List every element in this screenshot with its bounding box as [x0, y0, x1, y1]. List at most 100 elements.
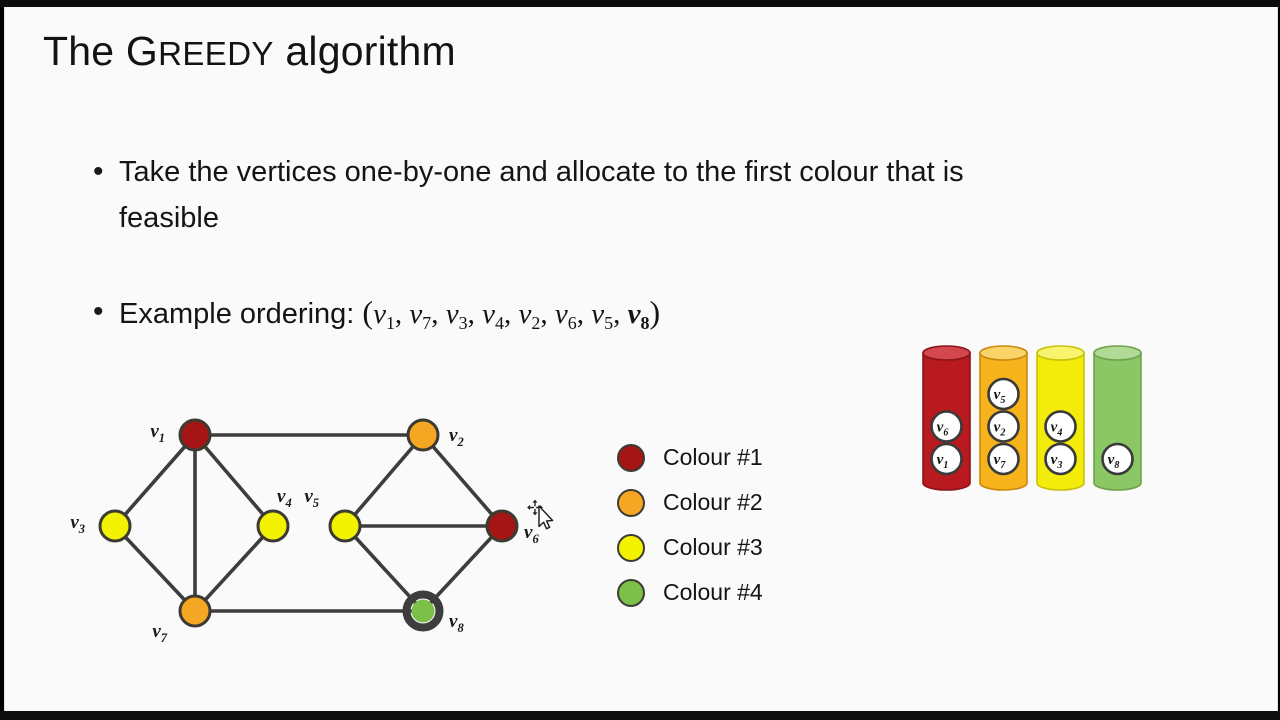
legend-colour-swatch-icon — [617, 578, 645, 607]
slide-frame: The GREEDY algorithm • Take the vertices… — [0, 0, 1280, 720]
ordering-vertex-3: v3 — [445, 298, 468, 333]
bullet-marker: • — [93, 295, 104, 328]
ordering-vertex-4: v4 — [482, 298, 504, 333]
title-suffix: algorithm — [273, 28, 456, 74]
tube-ball-label-subscript: 6 — [943, 428, 948, 439]
graph-edge-v3-v7 — [113, 524, 197, 613]
graph-edge-v4-v7 — [193, 524, 275, 613]
letterbox-top-bar — [0, 0, 1280, 7]
graph-node-label-v2: v2 — [449, 425, 464, 449]
graph-node-label-subscript: 3 — [78, 522, 85, 536]
ordering-separator: , — [613, 298, 628, 330]
graph-node-v7[interactable] — [178, 594, 212, 628]
ordering-vertex-subscript: 1 — [385, 312, 395, 333]
graph-node-label-v3: v3 — [70, 512, 85, 536]
legend-row-2: Colour #2 — [617, 480, 847, 525]
graph-node-label-subscript: 1 — [159, 431, 165, 445]
ordering-close-paren: ) — [649, 294, 661, 330]
legend-row-1: Colour #1 — [617, 435, 847, 480]
slide-canvas: The GREEDY algorithm • Take the vertices… — [4, 7, 1278, 711]
ordering-vertex-subscript: 6 — [567, 312, 577, 333]
graph-edge-v2-v5 — [343, 433, 425, 528]
legend-colour-swatch-icon — [617, 443, 645, 472]
graph-node-label-subscript: 4 — [284, 496, 291, 510]
ordering-vertex-subscript: 3 — [458, 312, 468, 333]
title-prefix: The — [43, 28, 126, 74]
tube-cap — [979, 345, 1028, 361]
graph-node-label-subscript: 2 — [456, 435, 463, 449]
tube-ball-label-subscript: 3 — [1056, 460, 1062, 471]
graph-node-label-v4: v4 — [277, 486, 292, 510]
ordering-vertex-5: v5 — [591, 298, 614, 333]
tube-ball-label-subscript: 2 — [999, 428, 1005, 439]
legend-label: Colour #3 — [663, 534, 763, 560]
graph-node-label-v5: v5 — [304, 486, 319, 510]
ordering-separator: , — [467, 298, 483, 330]
graph-node-label-subscript: 7 — [161, 631, 168, 645]
graph-node-label-subscript: 8 — [457, 621, 464, 635]
tube-ball-label-subscript: 4 — [1056, 428, 1062, 439]
graph-node-v2[interactable] — [406, 418, 440, 452]
colour-tube-2[interactable]: v7v2v5 — [979, 345, 1028, 491]
graph-node-v5[interactable] — [328, 509, 362, 543]
ordering-vertex-6: v6 — [554, 298, 577, 333]
legend-label: Colour #2 — [663, 489, 763, 515]
ordering-separator: , — [540, 298, 555, 330]
graph-edge-v1-v4 — [193, 433, 275, 528]
ordering-vertex-subscript: 4 — [495, 312, 504, 333]
ordering-separator: , — [431, 298, 446, 330]
ordering-separator: , — [576, 298, 592, 330]
legend-label: Colour #4 — [663, 579, 763, 605]
ordering-separator: , — [394, 298, 410, 330]
title-smallcap-rest: REEDY — [158, 35, 274, 72]
bullet-text-1: Take the vertices one-by-one and allocat… — [119, 156, 964, 234]
legend-row-4: Colour #4 — [617, 570, 847, 615]
graph-node-v8[interactable] — [411, 599, 435, 623]
graph-edge-v1-v3 — [113, 433, 197, 528]
tube-cap — [922, 345, 971, 361]
tube-cap — [1093, 345, 1142, 361]
legend-colour-swatch-icon — [617, 488, 645, 517]
title-smallcap-initial: G — [125, 28, 159, 74]
bullet-item-2: • Example ordering: (v1, v7, v3, v4, v2,… — [93, 289, 1103, 346]
bullet-marker: • — [93, 155, 104, 188]
ordering-vertex-8: v8 — [627, 298, 650, 333]
bullet-item-1: • Take the vertices one-by-one and alloc… — [93, 149, 1103, 241]
example-ordering-label: Example ordering: — [119, 298, 355, 330]
colour-tube-4[interactable]: v8 — [1093, 345, 1142, 491]
graph-diagram: v1 v2 v3 v4 v5 v6 v7 v8 — [65, 387, 585, 667]
graph-nodes — [98, 418, 519, 632]
title-smallcaps: GREEDY — [126, 28, 274, 74]
ordering-vertex-subscript: 7 — [422, 312, 432, 333]
colour-tube-3[interactable]: v3v4 — [1036, 345, 1085, 491]
ordering-vertex-2: v2 — [518, 298, 541, 333]
graph-node-v1[interactable] — [178, 418, 212, 452]
graph-node-label-v8: v8 — [449, 611, 464, 635]
graph-node-label-subscript: 5 — [313, 496, 319, 510]
legend-row-3: Colour #3 — [617, 525, 847, 570]
graph-node-v3[interactable] — [98, 509, 132, 543]
graph-node-label-v7: v7 — [152, 621, 167, 645]
bullet-text-2: Example ordering: (v1, v7, v3, v4, v2, v… — [119, 289, 660, 346]
colour-tube-1[interactable]: v1v6 — [922, 345, 971, 491]
graph-node-v6[interactable] — [485, 509, 519, 543]
ordering-vertex-subscript: 5 — [604, 312, 614, 333]
ordering-vertex-7: v7 — [409, 298, 432, 333]
tube-ball-label-subscript: 1 — [943, 460, 948, 471]
graph-node-label-subscript: 6 — [532, 532, 539, 546]
page-title: The GREEDY algorithm — [43, 28, 456, 75]
example-ordering-sequence: (v1, v7, v3, v4, v2, v6, v5, v8) — [362, 294, 660, 333]
graph-node-label-v1: v1 — [150, 421, 165, 445]
ordering-separator: , — [504, 298, 519, 330]
tubes-svg: v1v6v7v2v5v3v4v8 — [922, 345, 1142, 491]
tube-cap — [1036, 345, 1085, 361]
ordering-vertex-subscript: 2 — [531, 312, 541, 333]
tube-ball-label-subscript: 5 — [1000, 395, 1005, 406]
graph-edges — [113, 433, 504, 613]
ordering-open-paren: ( — [362, 294, 374, 330]
tube-ball-label-subscript: 8 — [1114, 460, 1119, 471]
graph-node-v4[interactable] — [256, 509, 290, 543]
colour-class-tubes: v1 v6 v7 v2 v5 v3 v4 v8 — [921, 343, 1171, 493]
graph-node-label-v6: v6 — [524, 522, 539, 546]
graph-svg: v1 v2 v3 v4 v5 v6 v7 v8 — [70, 418, 539, 645]
